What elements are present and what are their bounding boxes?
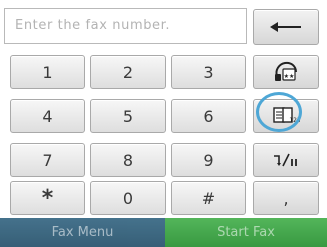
svg-text:123: 123: [289, 117, 300, 124]
fax-number-field[interactable]: Enter the fax number.: [4, 8, 247, 44]
start-fax-button[interactable]: Start Fax: [165, 218, 327, 247]
comma-button[interactable]: ,: [253, 181, 319, 215]
start-fax-label: Start Fax: [217, 225, 275, 240]
fax-menu-label: Fax Menu: [51, 225, 114, 240]
key-3[interactable]: 3: [171, 55, 246, 89]
key-5[interactable]: 5: [90, 99, 166, 133]
fax-screen: Enter the fax number. 1 2 3 ★★ 4 5 6 123…: [0, 0, 327, 247]
redial-pause-button[interactable]: [253, 143, 319, 177]
key-8[interactable]: 8: [90, 143, 166, 177]
key-9[interactable]: 9: [171, 143, 246, 177]
key-1[interactable]: 1: [10, 55, 85, 89]
phone-book-button[interactable]: 123: [253, 99, 319, 133]
address-book-123-icon: 123: [272, 105, 300, 127]
key-2[interactable]: 2: [90, 55, 166, 89]
fax-menu-button[interactable]: Fax Menu: [0, 218, 165, 247]
phone-book-icon: ★★: [273, 60, 299, 84]
key-6[interactable]: 6: [171, 99, 246, 133]
key-hash[interactable]: #: [171, 181, 246, 215]
key-4[interactable]: 4: [10, 99, 85, 133]
speed-dial-button[interactable]: ★★: [253, 55, 319, 89]
key-star[interactable]: *: [10, 181, 85, 215]
key-0[interactable]: 0: [90, 181, 166, 215]
arrow-left-icon: [270, 21, 302, 33]
svg-text:★★: ★★: [284, 73, 295, 80]
backspace-button[interactable]: [253, 9, 319, 45]
redial-pause-icon: [271, 151, 301, 169]
key-7[interactable]: 7: [10, 143, 85, 177]
